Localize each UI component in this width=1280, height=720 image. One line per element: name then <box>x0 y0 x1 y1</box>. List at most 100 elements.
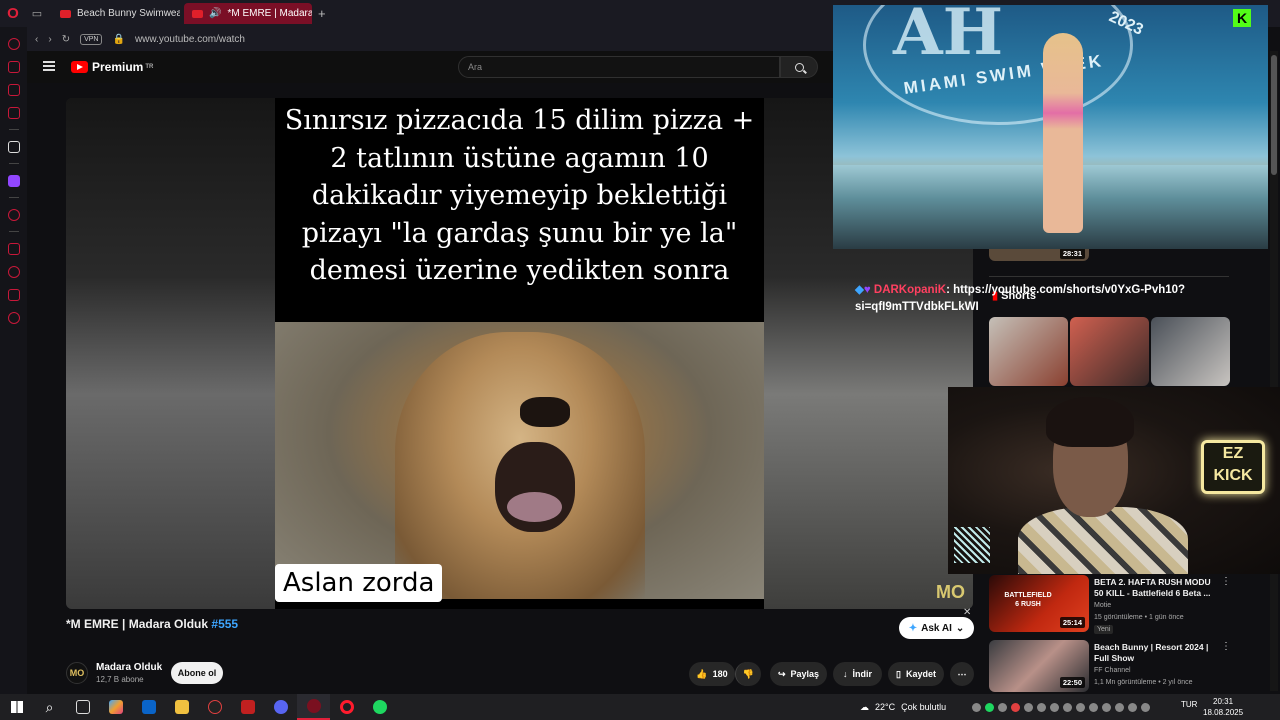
windows-icon <box>10 701 23 713</box>
recommendation-channel[interactable]: Motie <box>1094 602 1111 609</box>
file-explorer-button[interactable] <box>165 694 198 720</box>
channel-avatar[interactable]: MO <box>66 662 88 684</box>
tray-icon[interactable] <box>1050 702 1059 712</box>
youtube-logo[interactable]: Premium TR <box>71 60 153 74</box>
tray-icon[interactable] <box>1037 702 1046 712</box>
battery-icon[interactable] <box>1141 702 1150 712</box>
reload-icon[interactable]: ↻ <box>62 34 70 45</box>
sidebar-divider <box>8 163 19 164</box>
recommendation-thumb[interactable]: BATTLEFIELD 6 RUSH 25:14 <box>989 575 1089 632</box>
thumbs-down-icon: 👎 <box>742 668 755 679</box>
tab-title: *M EMRE | Madara Ol <box>227 8 312 19</box>
search-button[interactable] <box>780 56 818 78</box>
shopping-icon[interactable] <box>7 61 20 73</box>
voicemeeter-button[interactable] <box>231 694 264 720</box>
more-actions-button[interactable]: ⋯ <box>950 662 974 686</box>
new-tab-button[interactable]: + <box>318 6 326 21</box>
dislike-button[interactable]: 👎 <box>735 662 761 686</box>
download-icon: ↓ <box>843 669 848 679</box>
start-button[interactable] <box>0 694 33 720</box>
folder-icon <box>174 700 189 714</box>
share-button[interactable]: ↪ Paylaş <box>770 662 827 686</box>
recommendation-title[interactable]: Beach Bunny | Resort 2024 | Full Show <box>1094 642 1219 664</box>
network-icon[interactable] <box>1115 702 1124 712</box>
tab-beach-bunny[interactable]: Beach Bunny Swimwear R <box>52 3 180 24</box>
short-thumb[interactable] <box>1151 317 1230 386</box>
gmail-icon[interactable] <box>7 107 20 119</box>
player-icon[interactable] <box>7 209 20 221</box>
channel-name[interactable]: Madara Olduk <box>96 662 162 673</box>
tray-icon[interactable] <box>1076 702 1085 712</box>
sparkle-icon: ✦ <box>908 622 918 634</box>
tray-icon[interactable] <box>998 702 1007 712</box>
speaker-icon[interactable]: 🔊 <box>209 8 221 19</box>
subscribe-button[interactable]: Abone ol <box>171 662 223 684</box>
chat-username: DARKopaniK <box>873 284 947 296</box>
opera-logo-icon[interactable]: O <box>0 0 26 27</box>
more-options-icon[interactable]: ⋮ <box>1221 641 1231 652</box>
outlook-button[interactable] <box>132 694 165 720</box>
recommendation-channel[interactable]: FF Channel <box>1094 667 1131 674</box>
back-icon[interactable]: ‹ <box>35 34 38 45</box>
forward-icon[interactable]: › <box>48 34 51 45</box>
more-options-icon[interactable]: ⋮ <box>1221 576 1231 587</box>
recommendation-thumb[interactable]: 28:31 <box>989 249 1089 261</box>
recommendation-thumb[interactable]: 22:50 <box>989 640 1089 692</box>
app-button[interactable] <box>198 694 231 720</box>
short-thumb[interactable] <box>989 317 1068 386</box>
spotify-button[interactable] <box>363 694 396 720</box>
lock-icon: 🔒 <box>112 33 125 45</box>
aria-icon[interactable] <box>7 38 20 50</box>
ez-kick-sign: EZ KICK <box>1201 440 1265 494</box>
short-thumb[interactable] <box>1070 317 1149 386</box>
spotify-tray-icon[interactable] <box>985 702 994 712</box>
like-button[interactable]: 👍 180 <box>689 662 735 686</box>
recommendation-title[interactable]: BETA 2. HAFTA RUSH MODU 50 KILL - Battle… <box>1094 577 1219 599</box>
ez-sign-top: EZ <box>1222 445 1244 462</box>
sidebar-divider <box>8 231 19 232</box>
ai-icon[interactable] <box>7 141 20 153</box>
extensions-icon[interactable] <box>7 84 20 96</box>
downloads-icon[interactable] <box>7 289 20 301</box>
twitch-icon[interactable] <box>7 175 20 187</box>
tab-madara-olduk[interactable]: 🔊 *M EMRE | Madara Ol <box>184 3 312 24</box>
opera-sidebar <box>0 27 27 694</box>
webcam-overlay: EZ KICK <box>948 387 1280 574</box>
scrollbar-thumb[interactable] <box>1271 55 1277 175</box>
save-button[interactable]: ▯ Kaydet <box>888 662 944 686</box>
search-input[interactable]: Ara <box>458 56 780 78</box>
weather-widget[interactable]: ☁ 22°C Çok bulutlu <box>860 694 946 720</box>
video-hashtag[interactable]: #555 <box>211 617 238 631</box>
tray-icon[interactable] <box>1011 702 1020 712</box>
copilot-button[interactable] <box>99 694 132 720</box>
chat-badge-icon: ◆ <box>855 284 864 296</box>
menu-icon[interactable] <box>43 61 55 71</box>
channel-watermark[interactable]: MO <box>936 582 965 603</box>
address-bar: ‹ › ↻ VPN 🔒 www.youtube.com/watch <box>27 27 833 51</box>
tray-icon[interactable] <box>1063 702 1072 712</box>
opera-taskbar-button[interactable] <box>330 694 363 720</box>
settings-icon[interactable] <box>7 312 20 324</box>
clock[interactable]: 20:31 18.08.2025 <box>1203 696 1243 718</box>
download-button[interactable]: ↓ İndir <box>833 662 882 686</box>
mic-icon[interactable] <box>1102 702 1111 712</box>
tray-icon[interactable] <box>1089 702 1098 712</box>
tray-icon[interactable] <box>1024 702 1033 712</box>
chevron-down-icon: ⌄ <box>955 622 965 634</box>
search-taskbar-button[interactable]: ⌕ <box>33 694 66 720</box>
discord-button[interactable] <box>264 694 297 720</box>
tab-menu-icon[interactable]: ▭ <box>26 0 48 27</box>
video-overlay-label: Aslan zorda <box>275 564 443 602</box>
language-indicator[interactable]: TUR <box>1181 700 1197 709</box>
task-view-button[interactable] <box>66 694 99 720</box>
temperature: 22°C <box>875 702 896 712</box>
obs-button[interactable] <box>297 694 330 720</box>
vpn-badge[interactable]: VPN <box>80 33 103 45</box>
url-field[interactable]: www.youtube.com/watch <box>135 34 245 45</box>
volume-icon[interactable] <box>1128 702 1137 712</box>
tray-icon[interactable] <box>972 702 981 712</box>
ask-ai-button[interactable]: ✦ Ask AI ⌄ <box>899 617 974 639</box>
lion-tongue <box>507 492 562 522</box>
bookmarks-icon[interactable] <box>7 243 20 255</box>
history-icon[interactable] <box>7 266 20 278</box>
